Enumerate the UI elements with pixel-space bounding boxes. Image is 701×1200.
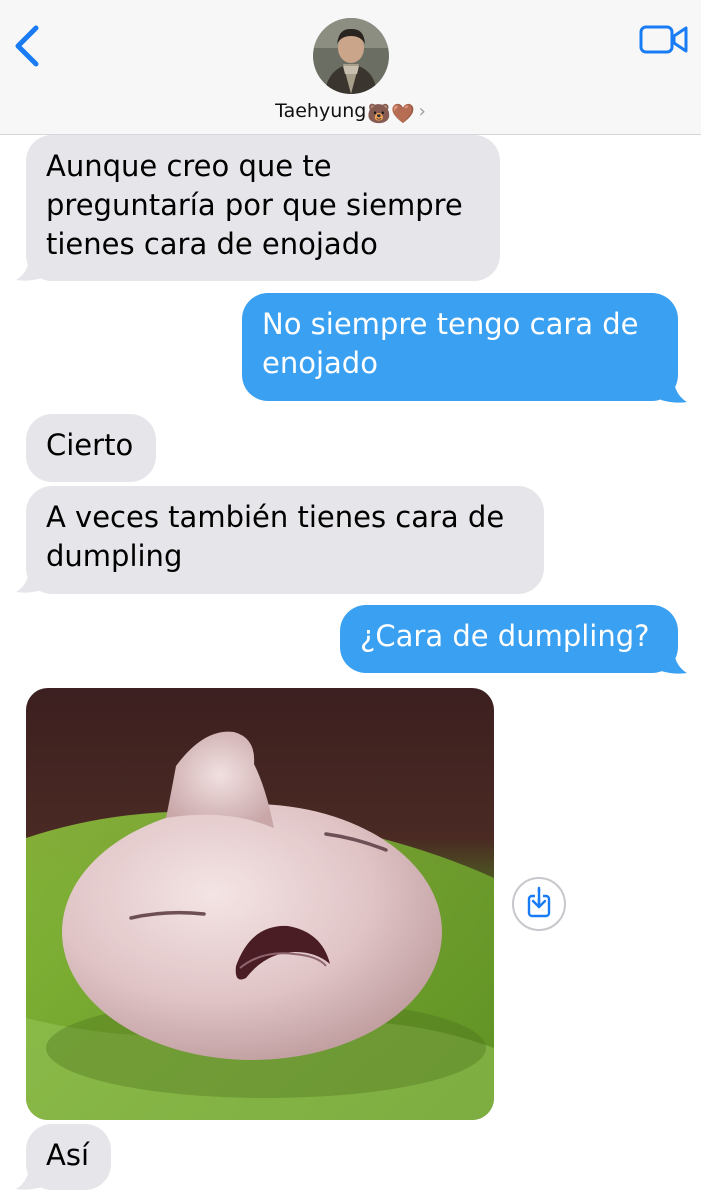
back-button[interactable] [10, 22, 46, 70]
incoming-message[interactable]: Aunque creo que te preguntaría por que s… [26, 135, 500, 281]
contact-emoji: 🐻🤎 [367, 103, 415, 125]
contact-avatar[interactable] [313, 18, 389, 94]
facetime-video-button[interactable] [638, 22, 690, 58]
back-chevron-icon [15, 25, 39, 67]
incoming-message[interactable]: Así [26, 1124, 111, 1190]
dumpling-photo[interactable] [26, 688, 494, 1120]
outgoing-message[interactable]: ¿Cara de dumpling? [340, 605, 678, 673]
chevron-right-icon: › [418, 101, 426, 122]
conversation-header: Taehyung🐻🤎 › [0, 0, 701, 135]
contact-name-text: Taehyung [275, 100, 367, 122]
incoming-message[interactable]: A veces también tienes cara de dumpling [26, 486, 544, 594]
outgoing-message[interactable]: No siempre tengo cara de enojado [242, 293, 678, 401]
download-icon [512, 877, 566, 931]
save-image-button[interactable] [511, 876, 567, 932]
video-camera-icon [639, 25, 688, 54]
incoming-message[interactable]: Cierto [26, 414, 156, 482]
contact-name-button[interactable]: Taehyung🐻🤎 › [0, 100, 701, 125]
